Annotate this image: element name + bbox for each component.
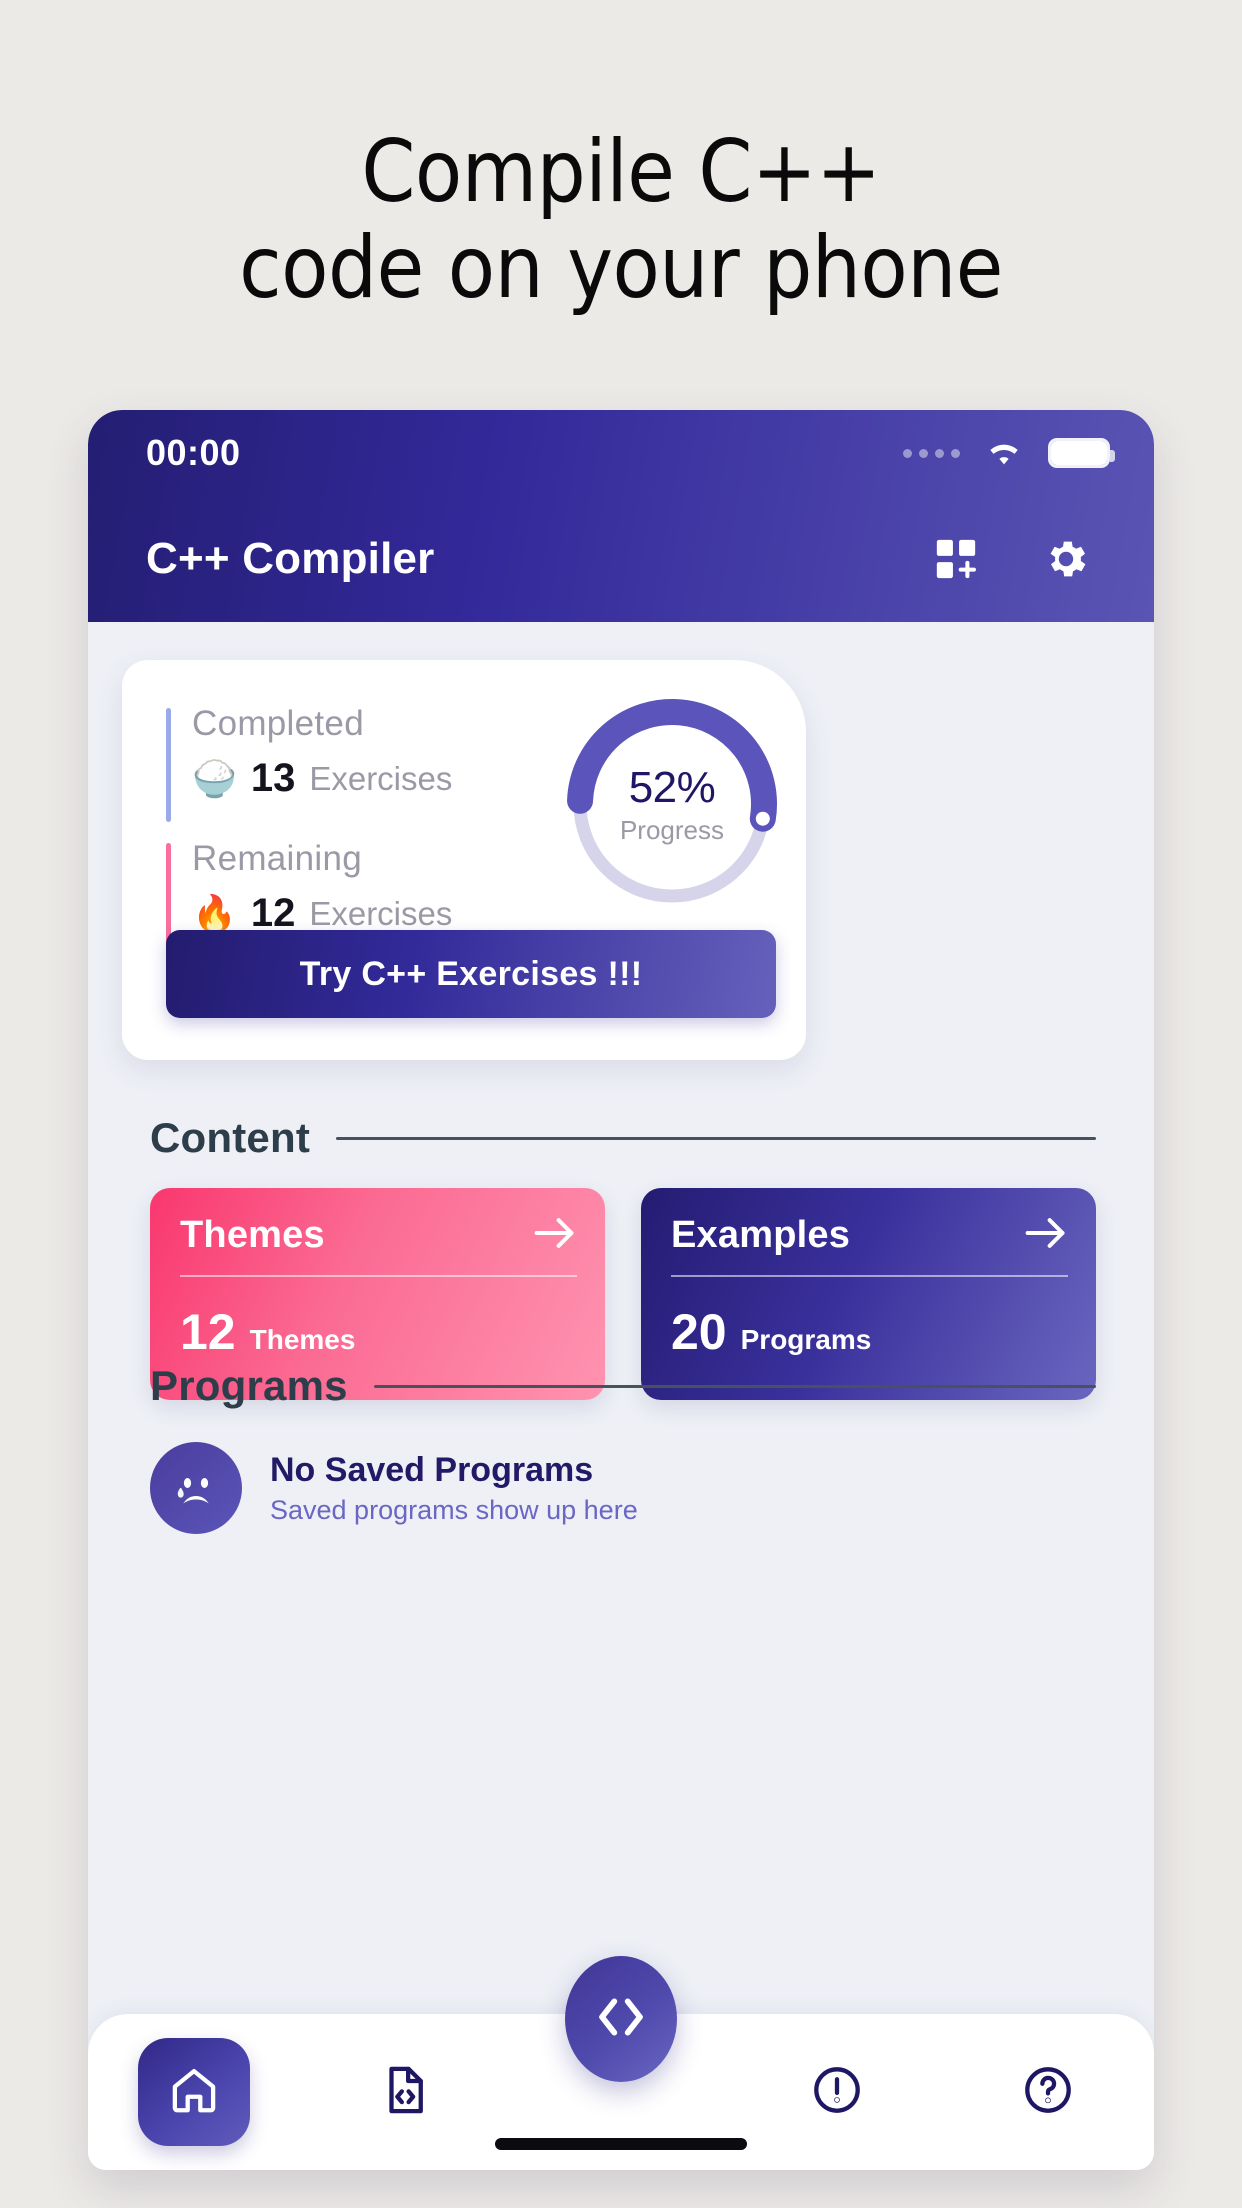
- stat-remaining: Remaining 🔥 12 Exercises: [166, 839, 496, 957]
- phone-mockup: 00:00 C++ Compiler Completed 🍚 13 Exerci…: [88, 410, 1154, 2170]
- sad-face-icon: [150, 1442, 242, 1534]
- status-bar: 00:00: [88, 410, 1154, 496]
- empty-title: No Saved Programs: [270, 1450, 594, 1489]
- progress-ring: 52% Progress: [564, 696, 780, 912]
- arrow-right-icon: [533, 1216, 577, 1255]
- remaining-label: Remaining: [192, 839, 363, 878]
- progress-caption: Progress: [619, 814, 725, 845]
- try-exercises-button[interactable]: Try C++ Exercises !!!: [166, 930, 776, 1018]
- status-time: 00:00: [146, 432, 241, 473]
- code-brackets-icon: [592, 1994, 650, 2045]
- gear-icon[interactable]: [1040, 533, 1092, 585]
- nav-item-code-file[interactable]: [299, 2014, 510, 2170]
- code-file-icon: [378, 2063, 432, 2122]
- content-title: Content: [150, 1114, 311, 1161]
- no-saved-programs: No Saved Programs Saved programs show up…: [150, 1442, 638, 1534]
- dashboard-add-icon[interactable]: [930, 533, 982, 585]
- themes-count: 12: [180, 1304, 236, 1360]
- progress-card: Completed 🍚 13 Exercises Remaining 🔥 12 …: [122, 660, 806, 1060]
- themes-card-divider: [180, 1275, 577, 1277]
- completed-label: Completed: [192, 704, 364, 743]
- examples-count: 20: [671, 1304, 727, 1360]
- app-bar: 00:00 C++ Compiler: [88, 410, 1154, 622]
- exercise-stats: Completed 🍚 13 Exercises Remaining 🔥 12 …: [166, 704, 496, 957]
- signal-dots-icon: [903, 448, 960, 458]
- programs-divider: [373, 1384, 1096, 1388]
- arrow-right-icon: [1024, 1216, 1068, 1255]
- accent-bar-completed: [166, 708, 171, 822]
- examples-unit: Programs: [740, 1324, 872, 1355]
- bottom-navigation: [88, 1956, 1154, 2170]
- code-brackets-fab[interactable]: [565, 1956, 677, 2082]
- home-active-pill: [137, 2038, 250, 2146]
- battery-full-icon: [1048, 438, 1115, 468]
- remaining-unit: Exercises: [309, 894, 453, 932]
- wifi-icon: [982, 437, 1026, 469]
- page-title: Compile C++ code on your phone: [239, 122, 1003, 319]
- question-circle-icon: [1021, 2063, 1075, 2122]
- completed-count: 13: [250, 756, 296, 800]
- themes-title: Themes: [180, 1214, 325, 1256]
- content-divider: [336, 1136, 1096, 1140]
- app-screen: Completed 🍚 13 Exercises Remaining 🔥 12 …: [88, 622, 1154, 2170]
- completed-unit: Exercises: [309, 759, 453, 797]
- empty-subtitle: Saved programs show up here: [270, 1494, 638, 1525]
- nav-item-home[interactable]: [88, 2014, 299, 2170]
- examples-card-divider: [671, 1275, 1068, 1277]
- app-title: C++ Compiler: [146, 534, 435, 583]
- programs-section-header: Programs: [150, 1362, 1096, 1410]
- flame-emoji: 🔥: [192, 892, 237, 934]
- examples-title: Examples: [671, 1214, 851, 1256]
- bowl-emoji: 🍚: [192, 757, 237, 799]
- stat-completed: Completed 🍚 13 Exercises: [166, 704, 496, 822]
- content-section-header: Content: [150, 1114, 1096, 1162]
- home-icon: [167, 2063, 221, 2122]
- themes-unit: Themes: [249, 1324, 356, 1355]
- programs-title: Programs: [150, 1362, 348, 1409]
- exclamation-circle-icon: [810, 2063, 864, 2122]
- nav-item-info[interactable]: [732, 2014, 943, 2170]
- nav-item-help[interactable]: [943, 2014, 1154, 2170]
- progress-percent: 52%: [628, 762, 716, 812]
- home-indicator: [495, 2138, 747, 2150]
